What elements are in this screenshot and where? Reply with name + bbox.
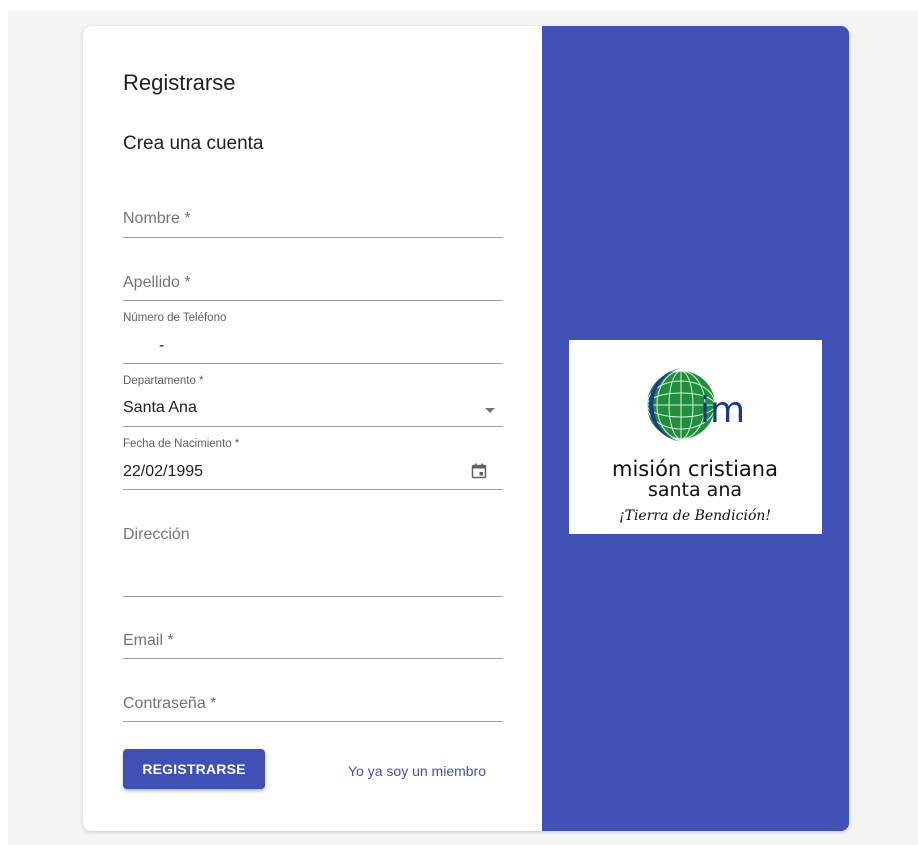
departamento-value: Santa Ana: [123, 399, 197, 416]
brand-panel: im misión cristiana santa ana ¡Tierra de…: [542, 26, 849, 831]
form-subtitle: Crea una cuenta: [123, 133, 264, 154]
calendar-icon[interactable]: [471, 463, 487, 479]
apellido-placeholder: Apellido *: [123, 274, 191, 291]
logo-graphic: im misión cristiana santa ana ¡Tierra de…: [612, 368, 778, 524]
email-field[interactable]: Email *: [123, 626, 503, 659]
logo-letters: im: [700, 390, 745, 431]
logo-name-line2: santa ana: [648, 479, 742, 501]
contrasena-placeholder: Contraseña *: [123, 695, 217, 712]
apellido-field[interactable]: Apellido *: [123, 268, 503, 301]
contrasena-field[interactable]: Contraseña *: [123, 689, 503, 722]
nombre-field[interactable]: Nombre *: [123, 204, 503, 238]
page-title: Registrarse: [123, 70, 236, 95]
fecha-label: Fecha de Nacimiento *: [123, 438, 240, 450]
fecha-value: 22/02/1995: [123, 463, 204, 480]
telefono-value: -: [159, 337, 165, 354]
logo-name-line1: misión cristiana: [612, 457, 778, 481]
direccion-placeholder: Dirección: [123, 526, 190, 543]
departamento-label: Departamento *: [123, 375, 204, 387]
register-form: Registrarse Crea una cuenta Nombre * Ape…: [83, 26, 542, 831]
logo-slogan: ¡Tierra de Bendición!: [619, 508, 771, 524]
register-button[interactable]: REGISTRARSE: [123, 749, 265, 789]
telefono-field[interactable]: Número de Teléfono -: [123, 310, 503, 364]
register-card: Registrarse Crea una cuenta Nombre * Ape…: [83, 26, 849, 831]
nombre-placeholder: Nombre *: [123, 210, 191, 227]
already-member-link[interactable]: Yo ya soy un miembro: [348, 763, 486, 779]
fecha-nacimiento-field[interactable]: Fecha de Nacimiento * 22/02/1995: [123, 436, 503, 490]
email-placeholder: Email *: [123, 632, 174, 649]
departamento-select[interactable]: Departamento * Santa Ana: [123, 373, 503, 427]
chevron-down-icon[interactable]: [485, 408, 495, 413]
telefono-label: Número de Teléfono: [123, 312, 227, 324]
direccion-textarea[interactable]: Dirección: [123, 521, 503, 597]
church-logo: im misión cristiana santa ana ¡Tierra de…: [569, 340, 822, 534]
